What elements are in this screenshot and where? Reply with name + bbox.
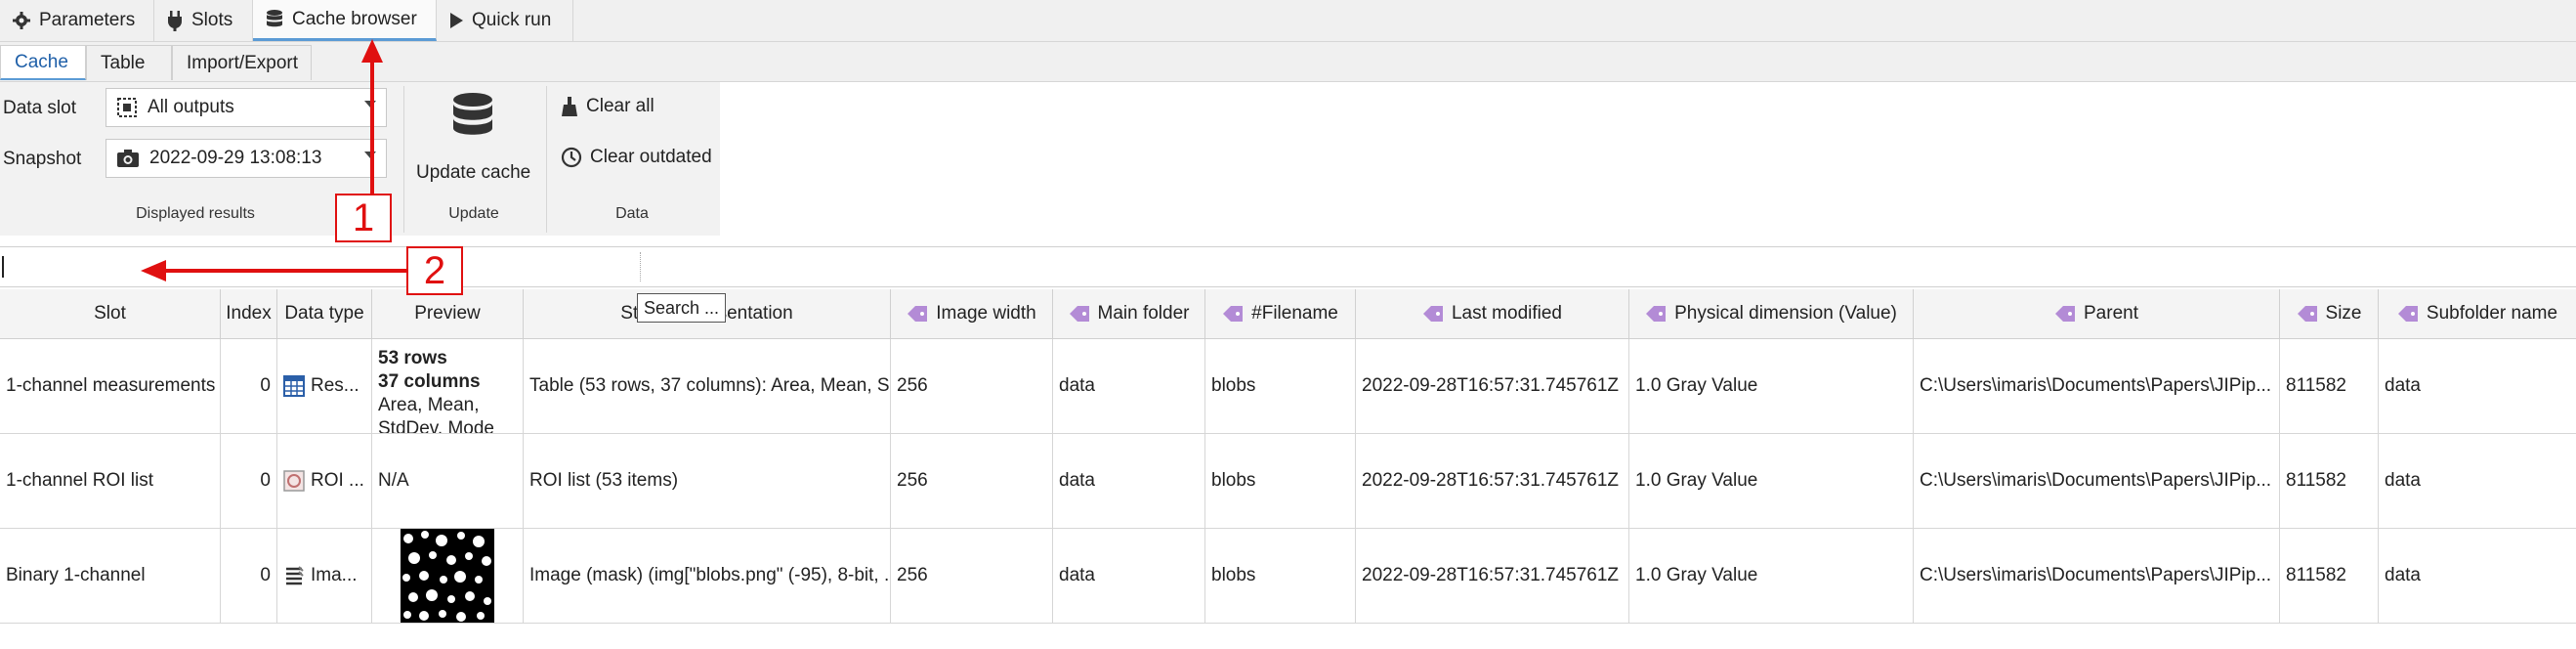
callout-number: 1 <box>352 195 375 239</box>
arrowhead-icon <box>361 39 383 63</box>
annotation-callout-1: 1 <box>335 194 392 242</box>
annotation-callout-2: 2 <box>406 246 463 295</box>
arrowhead-icon <box>141 260 166 281</box>
annotation-overlay <box>141 39 406 281</box>
callout-number: 2 <box>423 248 446 292</box>
